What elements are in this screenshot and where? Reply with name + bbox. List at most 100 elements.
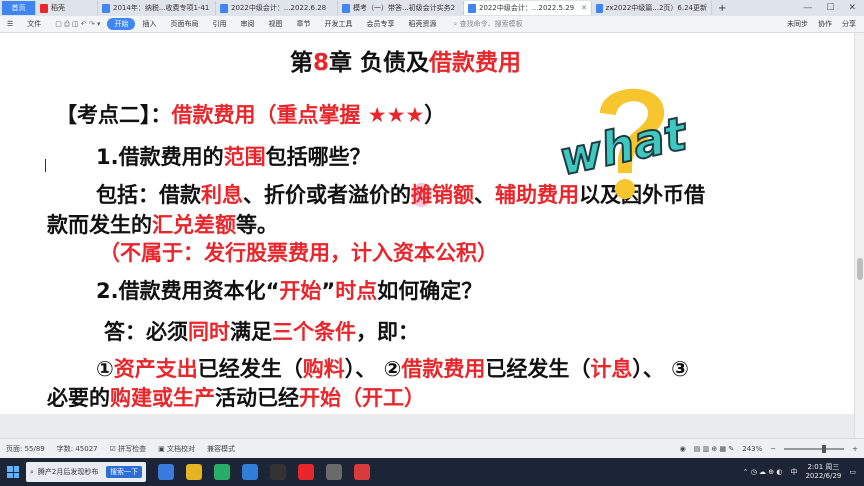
tab-daoke[interactable]: 稻壳: [36, 1, 98, 15]
doc-icon: [102, 3, 110, 13]
new-tab-icon[interactable]: +: [712, 3, 732, 14]
question-1: 1.借款费用的范围包括哪些？: [96, 145, 371, 169]
share-button[interactable]: 分享: [842, 19, 856, 29]
key-point-heading: 【考点二】：借款费用（重点掌握 ★★★）: [56, 103, 446, 127]
what-logo-text: what: [554, 106, 693, 186]
word-count[interactable]: 字数: 45027: [51, 444, 104, 454]
scrollbar-thumb[interactable]: [857, 258, 863, 280]
spell-check-label: 拼写检查: [118, 444, 147, 453]
zoom-in-icon[interactable]: +: [852, 445, 858, 453]
answer-1-exclusion: （不属于：发行股票费用，计入资本公积）: [99, 241, 498, 265]
ribbon-right: 未同步 协作 分享: [787, 19, 864, 29]
quick-tools[interactable]: ▢ ⎙ ◫ ↶ ↷ ▾: [48, 20, 107, 29]
zoom-slider[interactable]: [784, 444, 845, 453]
tab-document[interactable]: 模考（一）带答...初级会计实务2: [338, 1, 464, 15]
clock[interactable]: 2:01 周三 2022/6/29: [805, 463, 841, 481]
close-icon[interactable]: ✕: [581, 4, 587, 12]
doc-proofread[interactable]: ▣ 文档校对: [152, 444, 201, 454]
question-dot: [615, 179, 635, 199]
what-question-logo: what: [553, 88, 694, 199]
tab-home-label: 首页: [11, 4, 26, 12]
taskbar-search-text: 腾产2月后发现秒布: [37, 468, 99, 476]
menu-review[interactable]: 审阅: [233, 19, 261, 29]
search-button[interactable]: 搜索一下: [106, 466, 142, 478]
tab-home[interactable]: 首页: [2, 1, 36, 15]
tab-document[interactable]: 2014年：纳税...收费专项1-41: [98, 1, 216, 15]
taskbar: ⌕ 腾产2月后发现秒布 搜索一下 ⌃ ◷ ☁ ⊕ ◐ 中 2:01 周三 202…: [0, 458, 864, 486]
tray-icons[interactable]: ⌃ ◷ ☁ ⊕ ◐: [743, 468, 783, 476]
answer-1-line-2: 款而发生的汇兑差额等。: [47, 213, 278, 237]
tab-label: zx2022中级篇...2页）6.24更新: [605, 4, 707, 12]
collab-button[interactable]: 协作: [818, 19, 832, 29]
window-controls: — ☐ ✕: [803, 3, 864, 13]
system-tray: ⌃ ◷ ☁ ⊕ ◐ 中 2:01 周三 2022/6/29 ▭: [743, 463, 864, 481]
document-page[interactable]: 第8章 负债及借款费用 【考点二】：借款费用（重点掌握 ★★★） 1.借款费用的…: [0, 33, 854, 414]
tab-document[interactable]: zx2022中级篇...2页）6.24更新: [592, 1, 712, 15]
windows-start-icon[interactable]: [0, 458, 26, 486]
doc-icon: [596, 3, 603, 13]
wechat-icon[interactable]: [214, 464, 230, 480]
menu-file[interactable]: 文件: [20, 19, 48, 29]
ribbon: ☰ 文件 ▢ ⎙ ◫ ↶ ↷ ▾ 开始 插入 页面布局 引用 审阅 视图 章节 …: [0, 16, 864, 33]
vertical-scrollbar[interactable]: [854, 33, 864, 438]
edge-icon[interactable]: [158, 464, 174, 480]
tab-label: 2022中级会计：...2022.5.29: [479, 4, 575, 12]
doc-icon: [220, 3, 228, 13]
status-right: ◉ ▤ ▥ ⊕ ▦ ✎ 243% − +: [680, 444, 864, 453]
status-bar: 页面: 55/89 字数: 45027 ☑ 拼写检查 ▣ 文档校对 兼容模式 ◉…: [0, 438, 864, 458]
doc-icon: [342, 3, 350, 13]
page-title: 第8章 负债及借款费用: [290, 50, 522, 76]
question-2: 2.借款费用资本化“开始”时点如何确定？: [96, 279, 483, 303]
zoom-level[interactable]: 243%: [742, 445, 762, 453]
conditions-line-2: 必要的购建或生产活动已经开始（开工）: [47, 386, 425, 410]
doc-icon: [468, 3, 476, 13]
menu-member[interactable]: 会员专享: [359, 19, 401, 29]
record-icon[interactable]: [354, 464, 370, 480]
minimize-icon[interactable]: —: [803, 3, 812, 13]
menu-developer[interactable]: 开发工具: [317, 19, 359, 29]
zoom-out-icon[interactable]: −: [770, 445, 776, 453]
doc-proofread-label: 文档校对: [166, 444, 195, 453]
ime-indicator[interactable]: 中: [790, 467, 797, 477]
answer-2: 答：必须同时满足三个条件，即：: [104, 320, 419, 344]
conditions-line-1: ①资产支出已经发生（购料）、 ②借款费用已经发生（计息）、 ③: [96, 357, 689, 381]
eye-icon[interactable]: ◉: [680, 445, 686, 453]
capcut-icon[interactable]: [270, 464, 286, 480]
layout-icons[interactable]: ▤ ▥ ⊕ ▦ ✎: [694, 445, 734, 453]
menu-reference[interactable]: 引用: [205, 19, 233, 29]
clock-date: 2022/6/29: [805, 472, 842, 480]
close-window-icon[interactable]: ✕: [848, 3, 856, 13]
taskbar-search[interactable]: ⌕ 腾产2月后发现秒布 搜索一下: [26, 462, 146, 482]
app-icon[interactable]: [242, 464, 258, 480]
command-search[interactable]: ⌕ 查找命令、搜索模板: [443, 19, 522, 29]
page-gap: [0, 414, 854, 438]
tab-document[interactable]: 2022中级会计：...2022.6.28: [216, 1, 338, 15]
wps-icon[interactable]: [298, 464, 314, 480]
spell-check[interactable]: ☑ 拼写检查: [104, 444, 153, 454]
folder-icon[interactable]: [186, 464, 202, 480]
command-search-placeholder: 查找命令、搜索模板: [459, 20, 523, 28]
tab-label: 2014年：纳税...收费专项1-41: [113, 4, 210, 12]
menu-start[interactable]: 开始: [107, 18, 136, 30]
sync-status[interactable]: 未同步: [787, 19, 808, 29]
menu-section[interactable]: 章节: [289, 19, 317, 29]
menu-icon[interactable]: ☰: [0, 20, 20, 28]
menu-page-layout[interactable]: 页面布局: [163, 19, 205, 29]
clock-time: 2:01 周三: [807, 463, 840, 471]
app-icon[interactable]: [326, 464, 342, 480]
tab-bar: 首页 稻壳 2014年：纳税...收费专项1-41 2022中级会计：...20…: [0, 0, 864, 16]
search-icon: ⌕: [30, 467, 34, 476]
text-cursor: [45, 159, 46, 172]
menu-view[interactable]: 视图: [261, 19, 289, 29]
page-counter[interactable]: 页面: 55/89: [0, 444, 51, 454]
tab-label: 模考（一）带答...初级会计实务2: [353, 4, 456, 12]
compat-mode: 兼容模式: [206, 444, 235, 453]
maximize-icon[interactable]: ☐: [826, 3, 834, 13]
tab-document-active[interactable]: 2022中级会计：...2022.5.29 ✕: [464, 1, 592, 15]
notification-icon[interactable]: ▭: [849, 468, 856, 476]
menu-insert[interactable]: 插入: [135, 19, 163, 29]
tab-label: 稻壳: [51, 4, 65, 12]
menu-daoke[interactable]: 稻壳资源: [401, 19, 443, 29]
tab-label: 2022中级会计：...2022.6.28: [231, 4, 327, 12]
daoke-icon: [40, 3, 48, 13]
